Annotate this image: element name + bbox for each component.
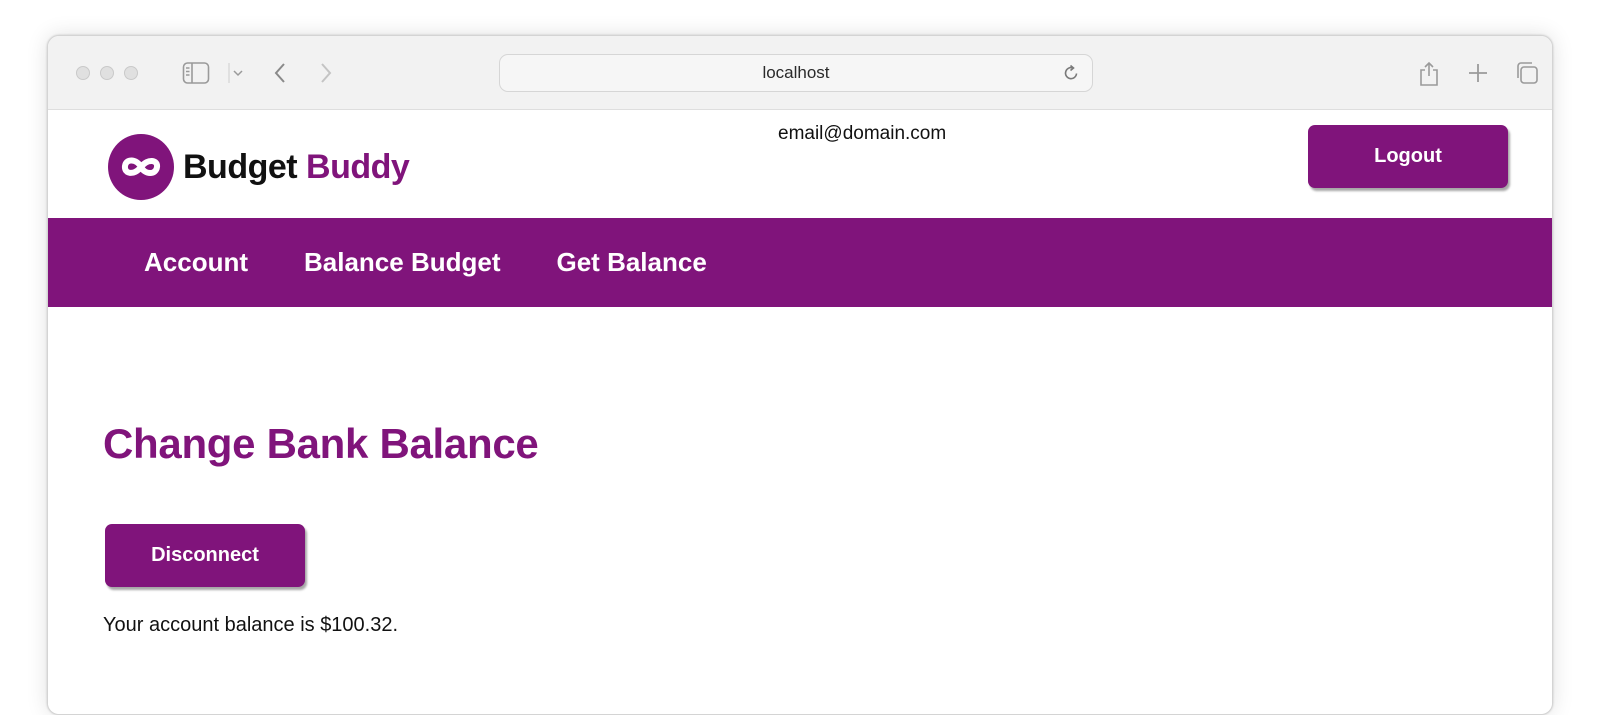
main-nav: Account Balance Budget Get Balance bbox=[48, 218, 1552, 307]
plus-icon[interactable] bbox=[1466, 60, 1490, 86]
user-email: email@domain.com bbox=[778, 123, 947, 144]
minimize-window-button[interactable] bbox=[100, 66, 114, 80]
browser-window: localhost Budget Buddy email@domain.com … bbox=[47, 35, 1553, 715]
budget-buddy-logo[interactable]: Budget Buddy bbox=[108, 134, 410, 200]
address-bar[interactable]: localhost bbox=[499, 54, 1093, 92]
logo-main-text: Budget bbox=[183, 147, 298, 186]
page-title: Change Bank Balance bbox=[103, 420, 539, 467]
sidebar-icon[interactable] bbox=[182, 60, 210, 86]
reload-icon[interactable] bbox=[1060, 62, 1082, 84]
share-icon[interactable] bbox=[1418, 58, 1440, 88]
tabs-overview-icon[interactable] bbox=[1514, 60, 1540, 86]
chevron-down-icon[interactable] bbox=[228, 63, 244, 83]
close-window-button[interactable] bbox=[76, 66, 90, 80]
chevron-left-icon[interactable] bbox=[270, 60, 290, 86]
chevron-right-icon[interactable] bbox=[316, 60, 336, 86]
nav-item-balance-budget[interactable]: Balance Budget bbox=[304, 247, 501, 278]
nav-item-get-balance[interactable]: Get Balance bbox=[557, 247, 707, 278]
account-balance-text: Your account balance is $100.32. bbox=[103, 614, 399, 636]
logo-wordmark: Budget Buddy bbox=[183, 147, 410, 187]
page-content: Budget Buddy email@domain.com Logout Acc… bbox=[48, 110, 1552, 714]
infinity-logo-icon bbox=[108, 134, 174, 200]
nav-item-account[interactable]: Account bbox=[144, 247, 248, 278]
logout-button[interactable]: Logout bbox=[1308, 125, 1508, 188]
logo-accent-text: Buddy bbox=[306, 147, 410, 186]
browser-toolbar: localhost bbox=[48, 36, 1552, 110]
site-header: Budget Buddy email@domain.com Logout bbox=[48, 110, 1552, 219]
disconnect-button[interactable]: Disconnect bbox=[105, 524, 305, 587]
address-text: localhost bbox=[762, 63, 830, 82]
zoom-window-button[interactable] bbox=[124, 66, 138, 80]
